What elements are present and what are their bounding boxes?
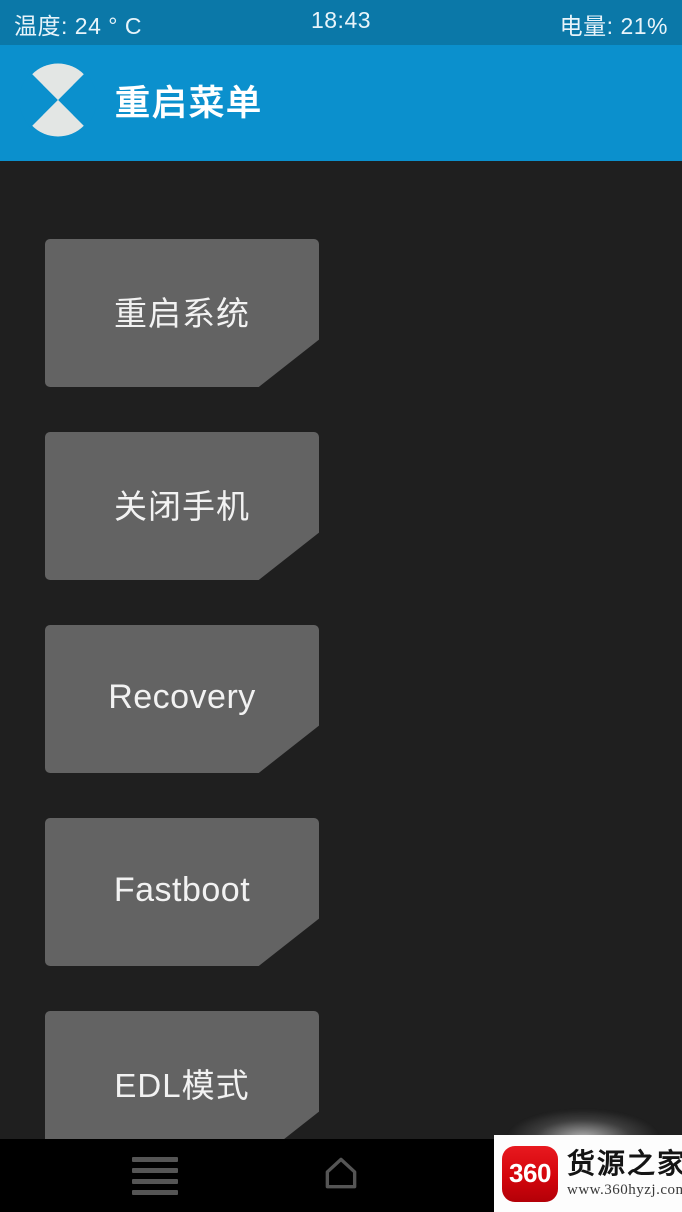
reboot-fastboot-button[interactable]: Fastboot — [45, 818, 319, 966]
watermark-halo — [508, 1110, 658, 1138]
power-off-label: 关闭手机 — [114, 488, 250, 525]
watermark-360-logo: 360 — [502, 1145, 558, 1202]
twrp-logo-icon — [19, 62, 97, 138]
reboot-menu-content: 重启系统 关闭手机 Recovery Fastboot EDL模式 — [0, 161, 682, 1159]
reboot-system-button[interactable]: 重启系统 — [45, 239, 319, 387]
watermark-site-name: 货源之家 — [567, 1147, 682, 1179]
reboot-edl-button[interactable]: EDL模式 — [45, 1011, 319, 1159]
device-screen: 温度: 24 ° C 18:43 电量: 21% 重启菜单 重启系统 关闭手机 … — [0, 0, 682, 1212]
reboot-recovery-label: Recovery — [108, 677, 256, 716]
status-battery: 电量: 21% — [559, 13, 668, 39]
reboot-system-label: 重启系统 — [114, 295, 250, 332]
page-title: 重启菜单 — [115, 84, 264, 123]
watermark-text-block: 货源之家 www.360hyzj.com — [567, 1147, 682, 1198]
reboot-edl-label: EDL模式 — [114, 1067, 250, 1104]
reboot-options-grid: 重启系统 关闭手机 Recovery Fastboot EDL模式 — [45, 239, 637, 1159]
watermark-url: www.360hyzj.com — [567, 1181, 682, 1198]
reboot-recovery-button[interactable]: Recovery — [45, 625, 319, 773]
nav-home-button[interactable] — [296, 1139, 386, 1212]
app-header: 重启菜单 — [0, 45, 682, 161]
menu-icon — [132, 1151, 178, 1201]
reboot-fastboot-label: Fastboot — [113, 870, 251, 909]
watermark-360hyzj: 360 货源之家 www.360hyzj.com — [494, 1135, 682, 1212]
power-off-button[interactable]: 关闭手机 — [45, 432, 319, 580]
status-bar: 温度: 24 ° C 18:43 电量: 21% — [0, 0, 682, 45]
home-icon — [320, 1152, 362, 1199]
nav-menu-button[interactable] — [110, 1139, 200, 1212]
